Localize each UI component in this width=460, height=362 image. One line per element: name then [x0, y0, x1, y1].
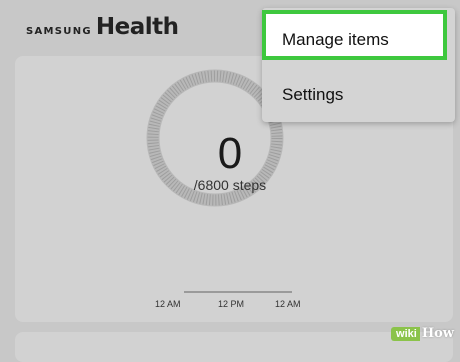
- menu-item-manage-items-label: Manage items: [282, 30, 389, 49]
- brand-samsung-text: SAMSUNG: [26, 26, 92, 37]
- steps-timeline-bar: [184, 291, 292, 293]
- watermark-wiki: wiki: [391, 326, 420, 341]
- steps-goal: /6800 steps: [193, 177, 267, 193]
- samsung-health-logo: SAMSUNG Health: [26, 14, 179, 40]
- watermark-how: How: [421, 326, 454, 341]
- wikihow-watermark: wiki How: [391, 326, 454, 341]
- menu-item-settings[interactable]: Settings: [282, 85, 343, 105]
- timeline-tick-start: 12 AM: [155, 299, 181, 309]
- next-card[interactable]: [15, 332, 453, 362]
- timeline-tick-mid: 12 PM: [218, 299, 245, 309]
- steps-count: 0: [217, 129, 243, 178]
- timeline-tick-end: 12 AM: [275, 299, 301, 309]
- brand-health-text: Health: [95, 14, 179, 40]
